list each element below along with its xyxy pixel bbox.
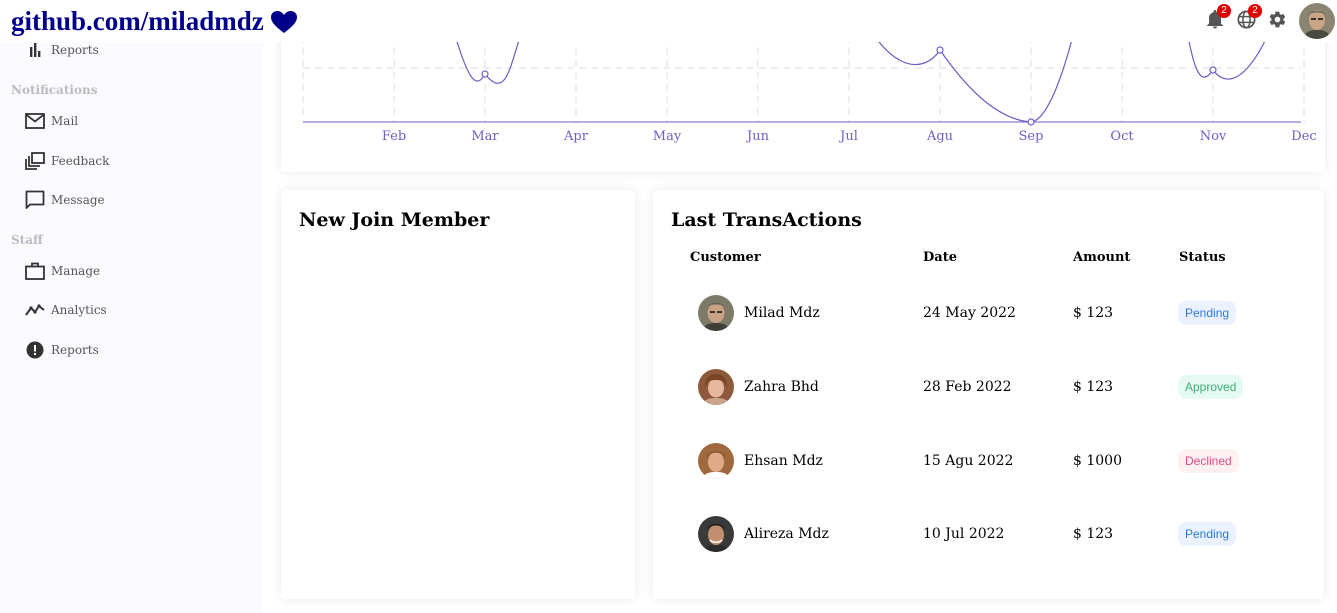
column-header-date: Date	[923, 250, 957, 265]
new-join-member-card: New Join Member	[281, 190, 635, 599]
sidebar-section-title-notifications: Notifications	[11, 83, 98, 97]
status-badge[interactable]: Pending	[1178, 522, 1237, 546]
sidebar-item-analytics[interactable]: Analytics	[25, 300, 107, 320]
top-bar: github.com/miladmdz 2 2	[0, 0, 1337, 42]
notifications-badge: 2	[1217, 4, 1231, 18]
column-header-status: Status	[1179, 250, 1226, 265]
top-bar-icons: 2 2	[1205, 3, 1337, 39]
table-row: Ehsan Mdz 15 Agu 2022 $ 1000 Declined	[653, 441, 1324, 481]
briefcase-icon	[25, 261, 45, 281]
status-badge[interactable]: Pending	[1178, 301, 1237, 325]
sidebar-item-label: Mail	[51, 114, 79, 128]
sidebar-item-feedback[interactable]: Feedback	[25, 151, 109, 171]
data-point	[936, 46, 944, 54]
sidebar-section-title-staff: Staff	[11, 233, 43, 247]
customer-name: Ehsan Mdz	[744, 453, 823, 469]
language-button[interactable]: 2	[1236, 4, 1262, 31]
customer-avatar	[698, 369, 734, 405]
logo[interactable]: github.com/miladmdz	[11, 6, 298, 37]
sidebar-item-mail[interactable]: Mail	[25, 111, 78, 131]
status-badge[interactable]: Declined	[1178, 449, 1239, 473]
x-tick-label: Agu	[926, 129, 953, 144]
mail-icon	[25, 111, 45, 131]
sidebar: Reports Notifications Mail Feedback Mess…	[0, 0, 263, 613]
gear-icon	[1268, 10, 1287, 33]
status-cell: Pending	[1178, 293, 1237, 333]
customer-cell: Zahra Bhd	[698, 367, 819, 407]
x-tick-label: Mar	[471, 129, 499, 144]
x-tick-label: Apr	[563, 129, 589, 144]
sidebar-item-manage[interactable]: Manage	[25, 261, 100, 281]
notifications-button[interactable]: 2	[1205, 4, 1231, 31]
sidebar-item-label: Feedback	[51, 154, 110, 168]
logo-text: github.com/miladmdz	[11, 6, 264, 36]
sidebar-item-label: Reports	[51, 343, 99, 357]
amount-cell: $ 1000	[1073, 453, 1122, 469]
amount-cell: $ 123	[1073, 305, 1114, 321]
transactions-title: Last TransActions	[671, 209, 862, 231]
x-tick-label: Dec	[1291, 129, 1316, 144]
date-cell: 24 May 2022	[923, 305, 1016, 321]
avatar[interactable]	[1299, 3, 1335, 39]
table-row: Alireza Mdz 10 Jul 2022 $ 123 Pending	[653, 514, 1324, 554]
customer-cell: Alireza Mdz	[698, 514, 829, 554]
language-badge: 2	[1248, 4, 1262, 18]
settings-button[interactable]	[1267, 11, 1287, 31]
data-point	[1027, 118, 1035, 126]
amount-cell: $ 123	[1073, 526, 1114, 542]
customer-avatar	[698, 295, 734, 331]
members-title: New Join Member	[299, 209, 490, 231]
date-cell: 15 Agu 2022	[923, 453, 1014, 469]
sidebar-item-message[interactable]: Message	[25, 190, 105, 210]
feedback-icon	[25, 151, 45, 171]
status-cell: Pending	[1178, 514, 1237, 554]
x-tick-label: Jul	[838, 129, 858, 144]
customer-avatar	[698, 516, 734, 552]
bar-chart-icon	[25, 40, 45, 60]
customer-name: Milad Mdz	[744, 305, 820, 321]
heart-icon	[270, 10, 298, 34]
customer-cell: Milad Mdz	[698, 293, 820, 333]
sidebar-item-label: Analytics	[51, 303, 107, 317]
last-transactions-card: Last TransActions Customer Date Amount S…	[653, 190, 1324, 599]
column-header-customer: Customer	[690, 250, 761, 265]
message-icon	[25, 190, 45, 210]
customer-name: Zahra Bhd	[744, 379, 819, 395]
sidebar-item-reports-top[interactable]: Reports	[25, 40, 99, 60]
status-cell: Declined	[1178, 441, 1239, 481]
timeline-icon	[25, 300, 45, 320]
table-row: Milad Mdz 24 May 2022 $ 123 Pending	[653, 293, 1324, 333]
status-badge[interactable]: Approved	[1178, 375, 1244, 399]
x-tick-label: May	[653, 129, 682, 144]
customer-cell: Ehsan Mdz	[698, 441, 823, 481]
table-row: Zahra Bhd 28 Feb 2022 $ 123 Approved	[653, 367, 1324, 407]
x-tick-label: Oct	[1110, 129, 1134, 144]
amount-cell: $ 123	[1073, 379, 1114, 395]
x-tick-label: Jun	[745, 129, 770, 144]
data-point	[1209, 66, 1217, 74]
date-cell: 10 Jul 2022	[923, 526, 1005, 542]
x-tick-label: Nov	[1200, 129, 1227, 144]
customer-avatar	[698, 443, 734, 479]
x-tick-label: Sep	[1019, 129, 1044, 144]
data-point	[481, 70, 489, 78]
status-cell: Approved	[1178, 367, 1244, 407]
x-tick-label: Feb	[382, 129, 406, 144]
customer-name: Alireza Mdz	[744, 526, 829, 542]
sidebar-item-label: Message	[51, 193, 105, 207]
report-icon	[25, 340, 45, 360]
column-header-amount: Amount	[1073, 250, 1131, 265]
sidebar-item-label: Reports	[51, 43, 99, 57]
date-cell: 28 Feb 2022	[923, 379, 1012, 395]
sidebar-item-label: Manage	[51, 264, 101, 278]
sidebar-item-reports[interactable]: Reports	[25, 340, 99, 360]
